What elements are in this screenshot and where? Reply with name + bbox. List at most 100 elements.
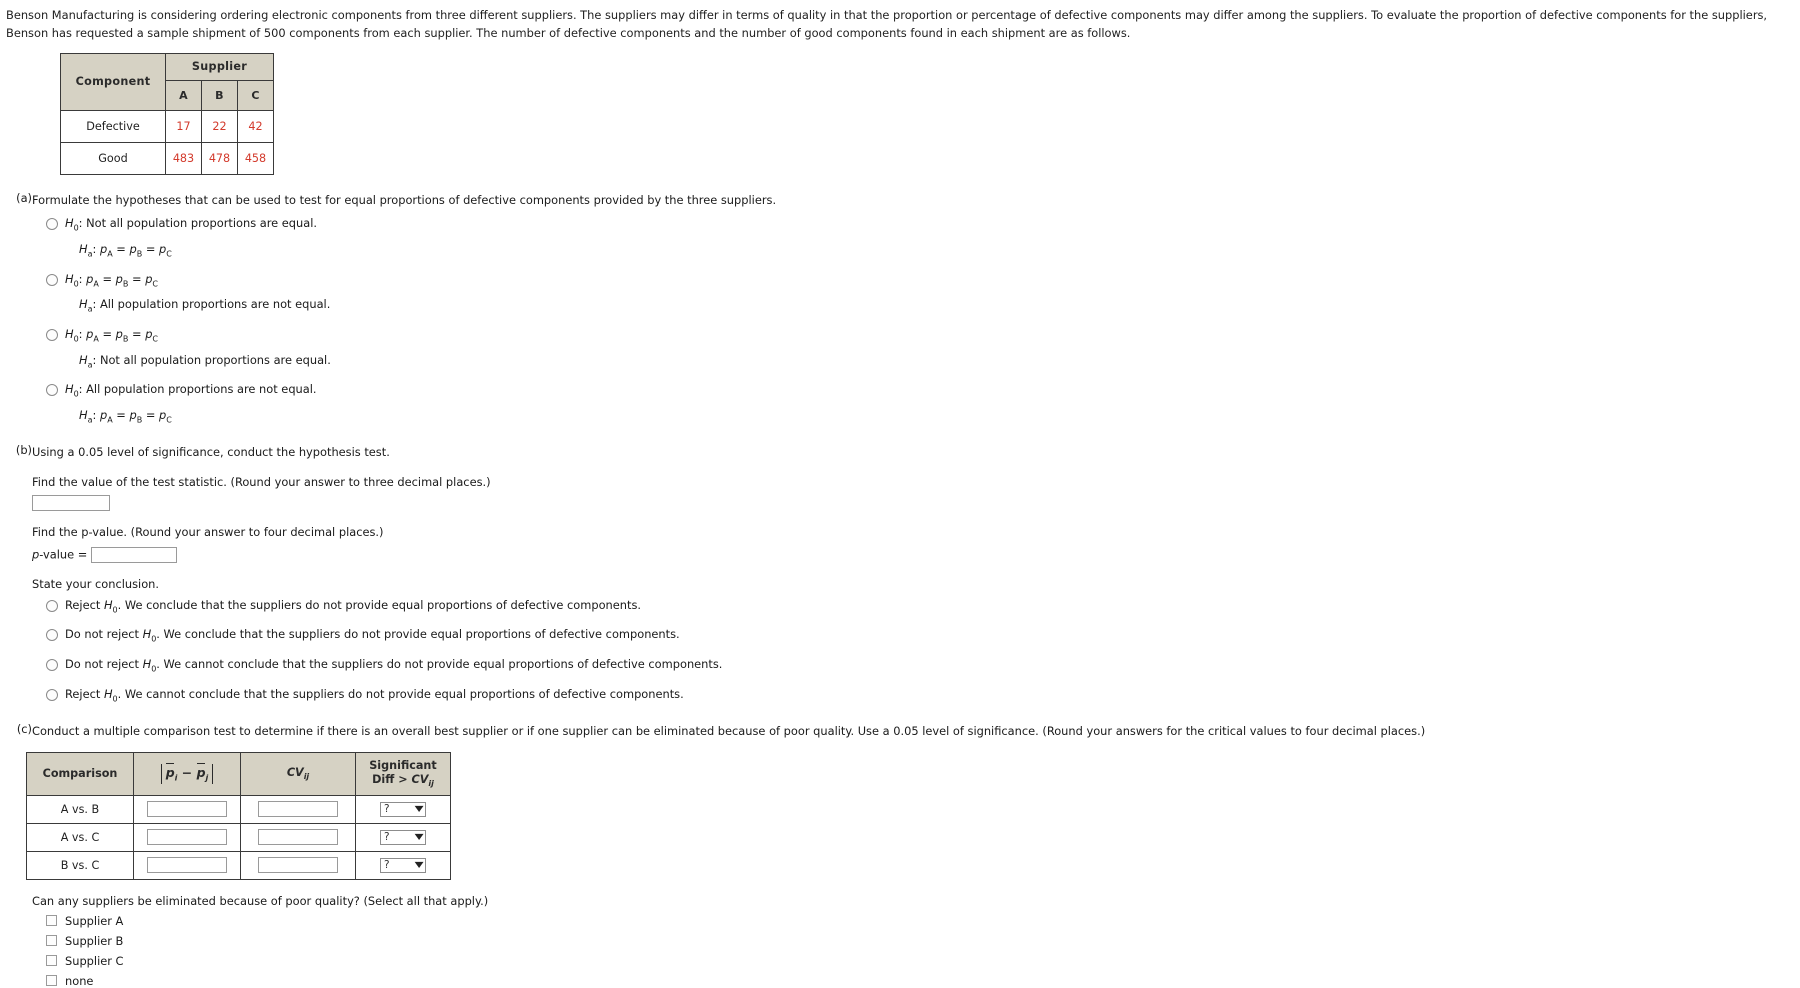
option-4-null: H0: All population proportions are not e… (65, 382, 317, 399)
supplier-b-header: B (201, 79, 238, 111)
significant-dropdown-a-vs-b[interactable]: ? ▼ (380, 801, 426, 817)
checkbox-item-supplier-c[interactable]: Supplier C (46, 954, 1800, 968)
hypothesis-option-2[interactable]: H0: pA = pB = pC Ha: All population prop… (46, 271, 1800, 316)
significant-dropdown-b-vs-c[interactable]: ? ▼ (380, 857, 426, 873)
option-4-alt: Ha: pA = pB = pC (79, 407, 172, 425)
significant-dropdown-a-vs-b-value: ? (384, 803, 390, 816)
part-a-question: Formulate the hypotheses that can be use… (32, 192, 777, 207)
radio-icon[interactable] (46, 599, 58, 612)
eliminate-suppliers-checkbox-list: Supplier A Supplier B Supplier C none (32, 914, 1800, 988)
hypothesis-option-3[interactable]: H0: pA = pB = pC Ha: Not all population … (46, 326, 1800, 371)
table-row: Defective 17 22 42 (60, 109, 274, 143)
hypothesis-option-1[interactable]: H0: Not all population proportions are e… (46, 215, 1800, 260)
cv-input-a-vs-c[interactable] (258, 829, 338, 846)
good-b-value: 478 (201, 141, 238, 175)
checkbox-item-supplier-a[interactable]: Supplier A (46, 914, 1800, 928)
eliminate-suppliers-prompt: Can any suppliers be eliminated because … (32, 893, 489, 908)
radio-icon[interactable] (46, 384, 58, 397)
option-1-alt: Ha: pA = pB = pC (79, 241, 172, 259)
checkbox-icon[interactable] (46, 955, 57, 967)
conclusion-option-3-label: Do not reject H0. We cannot conclude tha… (65, 657, 723, 674)
radio-icon[interactable] (46, 328, 58, 341)
checkbox-icon[interactable] (46, 935, 57, 947)
supplier-c-header: C (237, 79, 274, 111)
defective-a-value: 17 (165, 109, 202, 143)
table-row: A vs. C ? ▼ (26, 822, 451, 852)
checkbox-item-none[interactable]: none (46, 974, 1800, 988)
supplier-header: Supplier (165, 52, 274, 81)
radio-icon[interactable] (46, 688, 58, 701)
diff-input-b-vs-c[interactable] (147, 857, 227, 874)
radio-icon[interactable] (46, 629, 58, 642)
chevron-down-icon: ▼ (414, 832, 424, 842)
row-label-good: Good (60, 141, 166, 175)
difference-column-header: pi − pj (133, 751, 241, 796)
part-a: (a) Formulate the hypotheses that can be… (0, 191, 1800, 427)
option-1-null: H0: Not all population proportions are e… (65, 216, 318, 233)
diff-cell-a-vs-c (133, 822, 241, 852)
chevron-down-icon: ▼ (414, 804, 424, 814)
critical-value-column-header: CVij (240, 751, 356, 796)
hypothesis-option-4[interactable]: H0: All population proportions are not e… (46, 381, 1800, 426)
conclusion-option-2[interactable]: Do not reject H0. We conclude that the s… (46, 626, 1800, 646)
radio-icon[interactable] (46, 659, 58, 672)
checkbox-label-supplier-a: Supplier A (65, 913, 124, 928)
cv-cell-a-vs-b (240, 794, 356, 824)
comparison-label-a-vs-b: A vs. B (26, 794, 134, 824)
pvalue-label: p-value = (32, 547, 88, 562)
option-3-alt: Ha: Not all population proportions are e… (79, 352, 331, 369)
part-c-label: (c) (16, 721, 32, 736)
pvalue-input[interactable] (90, 546, 177, 563)
diff-input-a-vs-b[interactable] (147, 801, 227, 818)
diff-input-a-vs-c[interactable] (147, 829, 227, 846)
checkbox-label-none: none (65, 973, 94, 988)
checkbox-label-supplier-c: Supplier C (65, 953, 124, 968)
part-a-label: (a) (16, 190, 32, 205)
table-row: A vs. B ? ▼ (26, 794, 451, 824)
defective-b-value: 22 (201, 109, 238, 143)
cv-cell-a-vs-c (240, 822, 356, 852)
significant-diff-column-header: Significant Diff > CVij (355, 751, 451, 796)
row-label-defective: Defective (60, 109, 166, 143)
supplier-a-header: A (165, 79, 202, 111)
supplier-data-table-wrapper: Component Supplier A B C Defective 17 22… (0, 43, 1800, 175)
part-b-conclusions: Reject H0. We conclude that the supplier… (32, 597, 1800, 706)
comparison-table-wrapper: Comparison pi − pj CVij Significant Diff … (26, 751, 1800, 880)
defective-c-value: 42 (237, 109, 274, 143)
comparison-label-b-vs-c: B vs. C (26, 850, 134, 880)
test-statistic-input[interactable] (32, 494, 110, 511)
pvalue-prompt: Find the p-value. (Round your answer to … (32, 524, 384, 539)
conclusion-option-4-label: Reject H0. We cannot conclude that the s… (65, 686, 684, 704)
comparison-label-a-vs-c: A vs. C (26, 822, 134, 852)
option-2-null: H0: pA = pB = pC (65, 271, 159, 288)
component-header: Component (60, 52, 166, 111)
part-b: (b) Using a 0.05 level of significance, … (0, 443, 1800, 706)
option-3-null: H0: pA = pB = pC (65, 326, 159, 344)
test-statistic-prompt: Find the value of the test statistic. (R… (32, 474, 491, 489)
cv-input-a-vs-b[interactable] (258, 801, 338, 818)
diff-cell-b-vs-c (133, 850, 241, 880)
supplier-data-table: Component Supplier A B C Defective 17 22… (60, 52, 274, 175)
part-b-label: (b) (15, 442, 32, 457)
checkbox-item-supplier-b[interactable]: Supplier B (46, 934, 1800, 948)
checkbox-icon[interactable] (46, 975, 57, 987)
conclusion-option-1[interactable]: Reject H0. We conclude that the supplier… (46, 597, 1800, 617)
option-2-alt: Ha: All population proportions are not e… (79, 297, 331, 314)
cv-input-b-vs-c[interactable] (258, 857, 338, 874)
part-b-question: Using a 0.05 level of significance, cond… (32, 444, 390, 459)
radio-icon[interactable] (46, 218, 58, 231)
checkbox-icon[interactable] (46, 915, 57, 927)
significant-cell-a-vs-c: ? ▼ (355, 822, 451, 852)
exercise-page: Benson Manufacturing is considering orde… (0, 0, 1800, 988)
significant-dropdown-a-vs-c[interactable]: ? ▼ (380, 829, 426, 845)
conclusion-option-4[interactable]: Reject H0. We cannot conclude that the s… (46, 686, 1800, 706)
significant-dropdown-b-vs-c-value: ? (384, 859, 390, 872)
checkbox-label-supplier-b: Supplier B (65, 933, 124, 948)
problem-intro: Benson Manufacturing is considering orde… (6, 8, 1768, 41)
conclusion-option-3[interactable]: Do not reject H0. We cannot conclude tha… (46, 656, 1800, 676)
radio-icon[interactable] (46, 273, 58, 286)
good-c-value: 458 (237, 141, 274, 175)
part-c-question: Conduct a multiple comparison test to de… (32, 723, 1426, 738)
cv-cell-b-vs-c (240, 850, 356, 880)
diff-cell-a-vs-b (133, 794, 241, 824)
